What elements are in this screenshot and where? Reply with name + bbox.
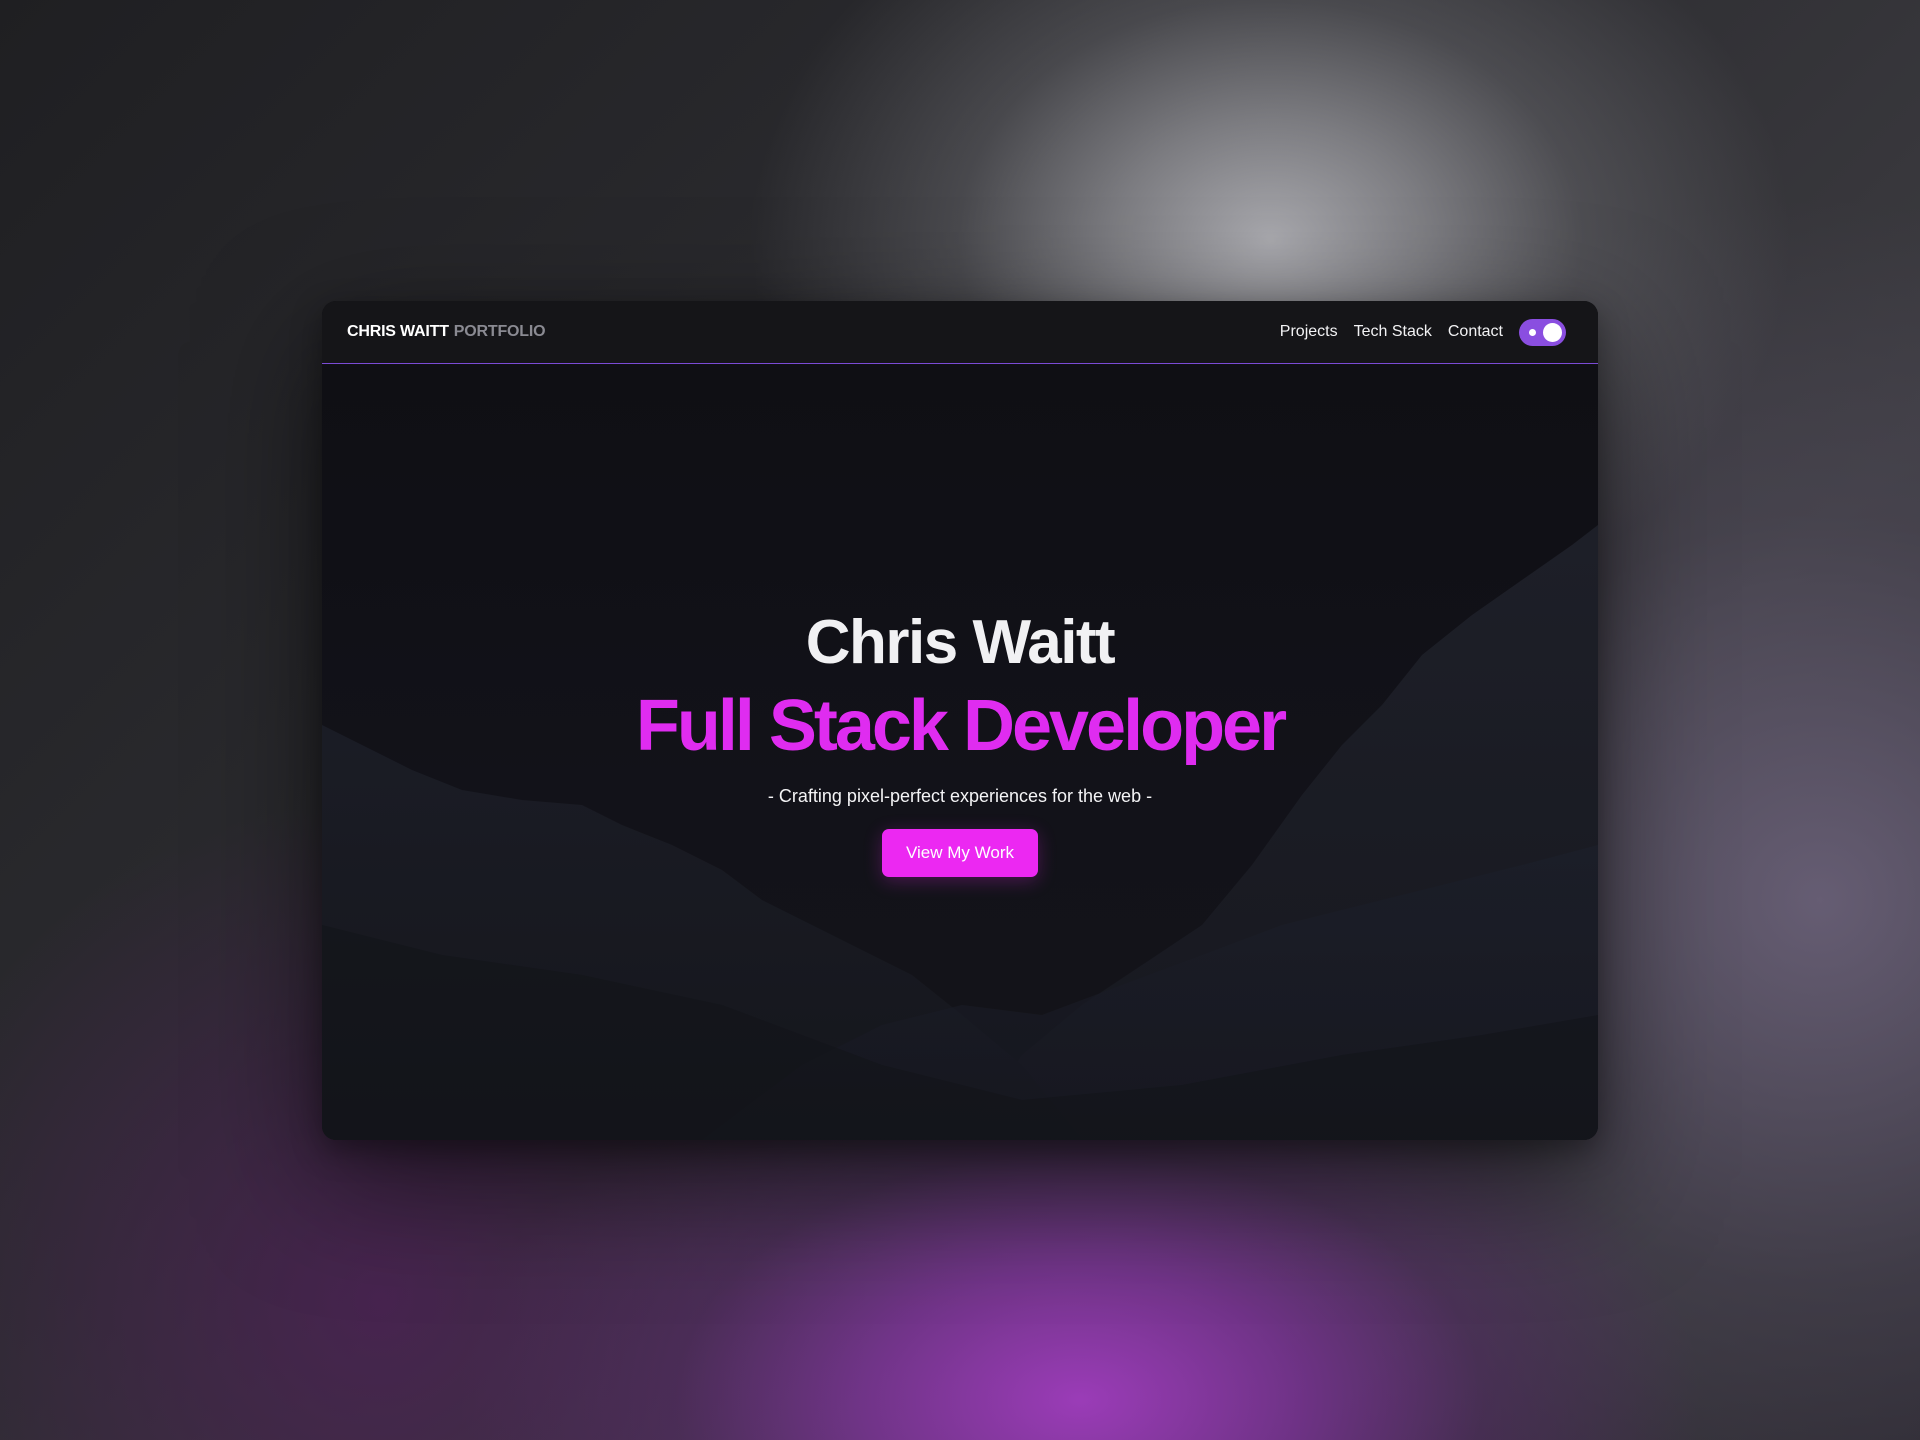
nav-link-projects[interactable]: Projects [1280, 323, 1338, 341]
browser-window: CHRIS WAITT PORTFOLIO Projects Tech Stack… [322, 301, 1598, 1140]
theme-toggle[interactable] [1519, 318, 1566, 346]
toggle-knob [1543, 322, 1562, 342]
top-navbar: CHRIS WAITT PORTFOLIO Projects Tech Stack… [322, 301, 1598, 364]
brand-logo[interactable]: CHRIS WAITT PORTFOLIO [347, 323, 546, 341]
brand-suffix: PORTFOLIO [453, 323, 546, 340]
nav-link-tech-stack[interactable]: Tech Stack [1354, 323, 1432, 341]
hero-tagline: - Crafting pixel-perfect experiences for… [767, 786, 1153, 806]
brand-name: CHRIS WAITT [347, 323, 449, 340]
toggle-indicator-dot [1529, 328, 1536, 336]
hero-role-heading: Full Stack Developer [635, 686, 1287, 766]
hero-content: Chris Waitt Full Stack Developer - Craft… [322, 365, 1598, 1140]
nav-link-contact[interactable]: Contact [1448, 323, 1503, 341]
hero-name-heading: Chris Waitt [805, 608, 1116, 677]
view-my-work-button[interactable]: View My Work [882, 829, 1038, 877]
hero-section: Chris Waitt Full Stack Developer - Craft… [322, 365, 1598, 1140]
nav-links: Projects Tech Stack Contact [1280, 318, 1566, 346]
